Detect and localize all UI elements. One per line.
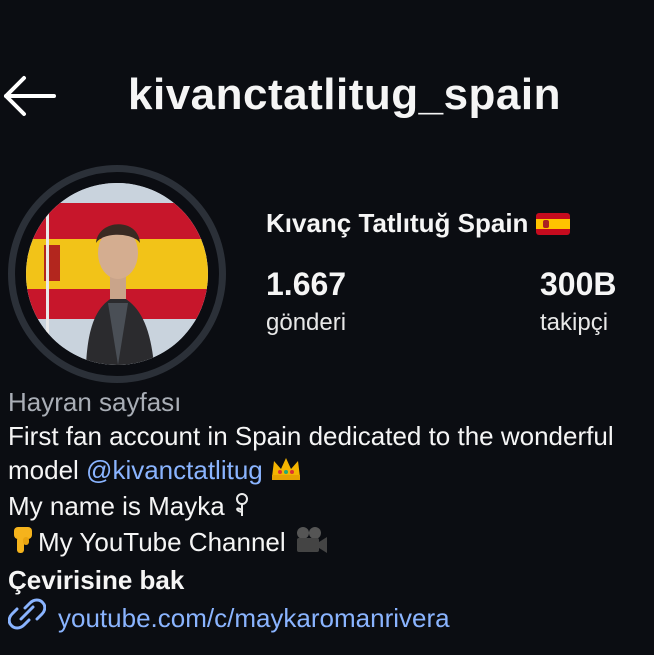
category-label: Hayran sayfası [8,387,182,417]
bio-line-4: My YouTube Channel [8,525,654,563]
flower-icon [232,491,252,525]
bio-line-3: My name is Mayka [8,489,654,525]
stat-followers[interactable]: 300B takipçi [540,266,617,337]
followers-count: 300B [540,266,617,302]
crown-icon [270,455,302,489]
posts-label: gönderi [266,309,347,336]
display-name: Kıvanç Tatlıtuğ Spain [266,208,571,239]
back-arrow-icon[interactable] [2,72,58,120]
bio-line-2-prefix: model [8,455,87,485]
display-name-text: Kıvanç Tatlıtuğ Spain [266,208,529,238]
movie-camera-icon [293,525,329,563]
mention-link[interactable]: @kivanctatlitug [86,455,263,485]
profile-photo [26,183,208,365]
translate-button[interactable]: Çevirisine bak [8,563,654,597]
posts-count: 1.667 [266,266,347,302]
page-title: kivanctatlitug_spain [128,70,562,119]
top-bar: kivanctatlitug_spain [0,0,654,190]
link-icon [8,597,47,639]
bio-line-4-text: My YouTube Channel [38,527,293,558]
stat-posts[interactable]: 1.667 gönderi [266,266,346,337]
followers-label: takipçi [540,309,609,336]
link-text[interactable]: youtube.com/c/maykaromanrivera [58,601,450,635]
avatar[interactable] [8,165,226,383]
bio-line-1: First fan account in Spain dedicated to … [8,421,614,451]
spain-flag-icon [536,212,571,235]
bio-line-3-text: My name is Mayka [8,491,232,522]
pointing-down-hand-icon [8,525,38,563]
bio: Hayran sayfası First fan account in Spai… [8,385,654,639]
external-link[interactable]: youtube.com/c/maykaromanrivera [8,597,654,639]
bio-line-2: model @kivanctatlitug [8,453,654,489]
